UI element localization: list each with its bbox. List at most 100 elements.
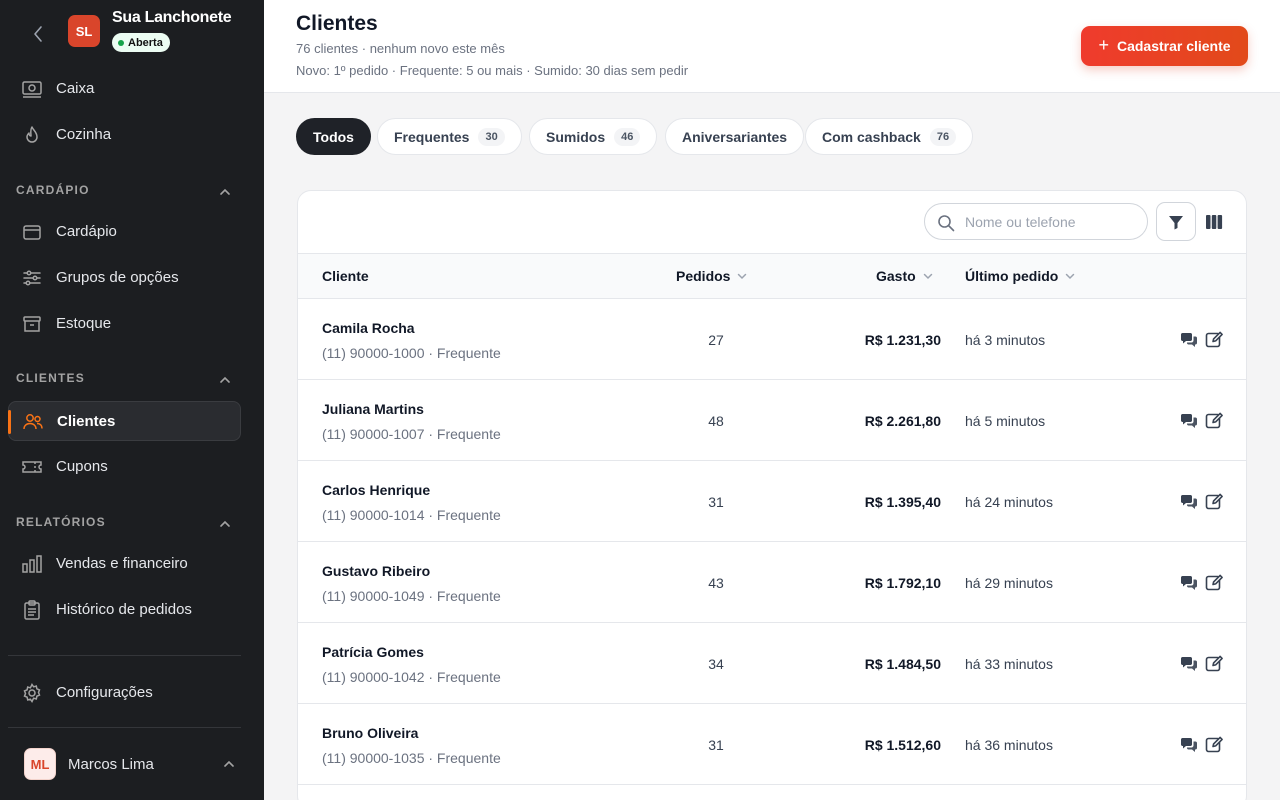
client-phone-status: (11) 90000-1000 · Frequente xyxy=(322,345,501,361)
user-name: Marcos Lima xyxy=(68,756,154,773)
chevron-left-icon[interactable] xyxy=(30,24,46,44)
last-order-time: há 33 minutos xyxy=(965,656,1053,672)
page-title: Clientes xyxy=(296,12,378,35)
total-spent: R$ 2.261,80 xyxy=(864,413,941,429)
column-header-ultimo-pedido[interactable]: Último pedido xyxy=(965,268,1076,284)
user-menu[interactable]: ML Marcos Lima xyxy=(0,740,264,790)
chevron-up-icon[interactable] xyxy=(218,373,232,387)
chat-icon[interactable] xyxy=(1179,654,1199,674)
table-row[interactable]: Gustavo Ribeiro (11) 90000-1049 · Frequen… xyxy=(298,542,1246,623)
section-relatorios[interactable]: RELATÓRIOS xyxy=(16,515,234,535)
filter-button[interactable] xyxy=(1156,202,1196,241)
column-label: Cliente xyxy=(322,268,369,284)
sidebar-item-cupons[interactable]: Cupons xyxy=(8,447,241,487)
chevron-up-icon[interactable] xyxy=(218,517,232,531)
search-field[interactable] xyxy=(924,203,1148,240)
total-spent: R$ 1.484,50 xyxy=(864,656,941,672)
chat-icon[interactable] xyxy=(1179,573,1199,593)
table-row[interactable]: Juliana Martins (11) 90000-1007 · Frequen… xyxy=(298,380,1246,461)
client-name[interactable]: Juliana Martins xyxy=(322,401,424,417)
client-name[interactable]: Carlos Henrique xyxy=(322,482,430,498)
avatar: ML xyxy=(24,748,56,780)
flame-icon xyxy=(26,126,38,143)
tab-count-badge: 46 xyxy=(614,127,641,146)
status-legend: Novo: 1º pedido · Frequente: 5 ou mais ·… xyxy=(296,63,689,78)
orders-count: 43 xyxy=(708,575,724,591)
chevron-down-icon xyxy=(1066,273,1075,280)
column-header-pedidos[interactable]: Pedidos xyxy=(676,268,748,284)
client-name[interactable]: Camila Rocha xyxy=(322,320,415,336)
tab-label: Com cashback xyxy=(822,128,921,145)
chevron-up-icon[interactable] xyxy=(218,185,232,199)
cash-register-icon xyxy=(22,81,42,98)
edit-icon[interactable] xyxy=(1204,735,1224,755)
sidebar-item-vendas-e-financeiro[interactable]: Vendas e financeiro xyxy=(8,544,241,584)
client-name[interactable]: Patrícia Gomes xyxy=(322,644,424,660)
sidebar-item-configuracoes[interactable]: Configurações xyxy=(8,673,241,713)
sidebar-item-cardapio[interactable]: Cardápio xyxy=(8,212,241,252)
client-phone-status: (11) 90000-1049 · Frequente xyxy=(322,588,501,604)
total-spent: R$ 1.792,10 xyxy=(864,575,941,591)
chat-icon[interactable] xyxy=(1179,330,1199,350)
sidebar-item-label: Cozinha xyxy=(56,126,112,143)
section-title: CARDÁPIO xyxy=(16,183,90,197)
sidebar-item-caixa[interactable]: Caixa xyxy=(8,69,241,109)
table-row[interactable]: Patrícia Gomes (11) 90000-1042 · Frequent… xyxy=(298,623,1246,704)
sidebar-item-label: Grupos de opções xyxy=(56,269,179,286)
table-header: Cliente Pedidos Gasto Último pedido xyxy=(298,253,1246,299)
column-label: Pedidos xyxy=(676,268,731,284)
edit-icon[interactable] xyxy=(1204,573,1224,593)
last-order-time: há 5 minutos xyxy=(965,413,1046,429)
column-header-gasto[interactable]: Gasto xyxy=(876,268,934,284)
section-cardapio[interactable]: CARDÁPIO xyxy=(16,183,234,203)
sidebar-item-label: Configurações xyxy=(56,684,153,701)
sidebar-item-label: Vendas e financeiro xyxy=(56,555,188,572)
chat-icon[interactable] xyxy=(1179,492,1199,512)
edit-icon[interactable] xyxy=(1204,330,1224,350)
table-row[interactable]: Camila Rocha (11) 90000-1000 · Frequente 2… xyxy=(298,299,1246,380)
columns-icon xyxy=(1206,214,1223,229)
edit-icon[interactable] xyxy=(1204,654,1224,674)
tab-sumidos[interactable]: Sumidos 46 xyxy=(529,118,658,155)
add-client-button[interactable]: + Cadastrar cliente xyxy=(1081,26,1248,66)
sidebar-item-label: Caixa xyxy=(56,80,95,97)
search-input[interactable] xyxy=(965,212,1140,232)
tab-frequentes[interactable]: Frequentes 30 xyxy=(377,118,522,155)
total-spent: R$ 1.231,30 xyxy=(864,332,941,348)
sidebar-item-cozinha[interactable]: Cozinha xyxy=(8,115,241,155)
sidebar-item-label: Cupons xyxy=(56,458,108,475)
page-subtitle: 76 clientes · nenhum novo este mês xyxy=(296,41,505,56)
tab-com-cashback[interactable]: Com cashback 76 xyxy=(805,118,974,155)
chat-icon[interactable] xyxy=(1179,411,1199,431)
tab-label: Aniversariantes xyxy=(682,128,788,145)
sidebar-item-historico-de-pedidos[interactable]: Histórico de pedidos xyxy=(8,590,241,630)
client-phone-status: (11) 90000-1014 · Frequente xyxy=(322,507,501,523)
orders-count: 34 xyxy=(708,656,724,672)
status-badge: Aberta xyxy=(112,33,170,52)
search-icon xyxy=(938,215,955,232)
client-phone-status: (11) 90000-1035 · Frequente xyxy=(322,750,501,766)
edit-icon[interactable] xyxy=(1204,492,1224,512)
sidebar-item-estoque[interactable]: Estoque xyxy=(8,304,241,344)
chat-icon[interactable] xyxy=(1179,735,1199,755)
edit-icon[interactable] xyxy=(1204,411,1224,431)
clipboard-icon xyxy=(24,600,40,620)
orders-count: 31 xyxy=(708,737,724,753)
sidebar-item-clientes[interactable]: Clientes xyxy=(8,401,241,441)
users-icon xyxy=(23,414,43,430)
columns-button[interactable] xyxy=(1194,202,1234,241)
section-clientes[interactable]: CLIENTES xyxy=(16,371,234,391)
client-name[interactable]: Bruno Oliveira xyxy=(322,725,418,741)
orders-count: 31 xyxy=(708,494,724,510)
table-row[interactable]: Carlos Henrique (11) 90000-1014 · Frequen… xyxy=(298,461,1246,542)
tab-todos[interactable]: Todos xyxy=(296,118,371,155)
ticket-icon xyxy=(22,461,42,473)
total-spent: R$ 1.512,60 xyxy=(864,737,941,753)
client-name[interactable]: Gustavo Ribeiro xyxy=(322,563,430,579)
table-row[interactable]: Bruno Oliveira (11) 90000-1035 · Frequent… xyxy=(298,704,1246,785)
chevron-up-icon[interactable] xyxy=(222,757,236,771)
sidebar-item-grupos-de-opcoes[interactable]: Grupos de opções xyxy=(8,258,241,298)
column-label: Gasto xyxy=(876,268,916,284)
section-title: CLIENTES xyxy=(16,371,85,385)
tab-aniversariantes[interactable]: Aniversariantes xyxy=(665,118,805,155)
